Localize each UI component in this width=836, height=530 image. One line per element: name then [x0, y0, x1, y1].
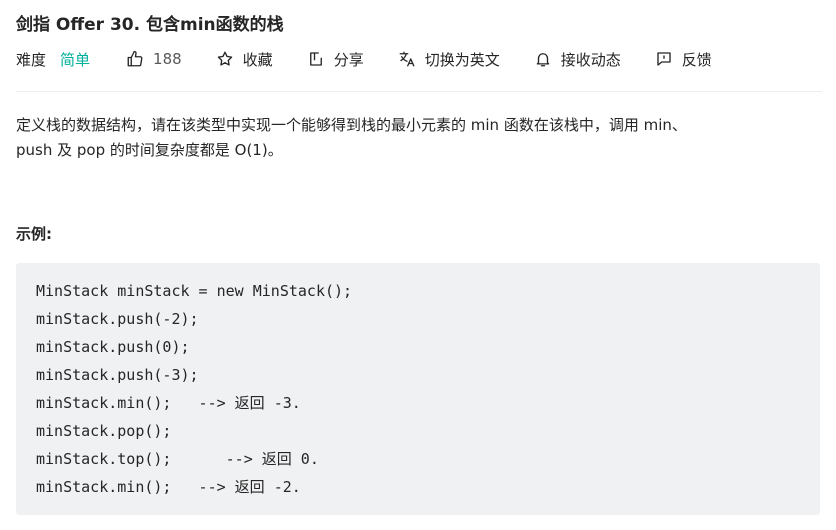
thumbs-up-icon: [127, 50, 143, 67]
code-line: MinStack minStack = new MinStack();: [36, 282, 353, 300]
problem-description: 定义栈的数据结构，请在该类型中实现一个能够得到栈的最小元素的 min 函数在该栈…: [16, 113, 822, 163]
like-count: 188: [153, 50, 182, 68]
translate-label: 切换为英文: [424, 50, 500, 69]
code-line: minStack.pop();: [36, 422, 172, 440]
feedback-icon: [657, 52, 671, 66]
subscribe-button[interactable]: 接收动态: [534, 49, 621, 70]
problem-title: 剑指 Offer 30. 包含min函数的栈: [16, 15, 284, 35]
share-label: 分享: [333, 50, 364, 69]
translate-icon: [399, 51, 415, 67]
subscribe-label: 接收动态: [560, 50, 621, 69]
favorite-label: 收藏: [242, 50, 273, 69]
feedback-label: 反馈: [681, 50, 712, 69]
example-heading: 示例:: [16, 225, 52, 243]
problem-meta-bar: 难度 简单 188 收藏 分享 切换为英文 接收动态 反馈: [16, 47, 746, 71]
share-icon: [309, 52, 322, 66]
description-line: push 及 pop 的时间复杂度都是 O(1)。: [16, 141, 283, 159]
difficulty-label: 难度: [16, 50, 47, 69]
favorite-button[interactable]: 收藏: [216, 49, 273, 70]
divider: [16, 91, 822, 92]
code-line: minStack.push(0);: [36, 338, 190, 356]
code-line: minStack.top(); --> 返回 0.: [36, 450, 319, 468]
like-button[interactable]: 188: [126, 50, 182, 68]
code-line: minStack.push(-3);: [36, 366, 199, 384]
share-button[interactable]: 分享: [307, 49, 364, 70]
code-line: minStack.push(-2);: [36, 310, 199, 328]
code-line: minStack.min(); --> 返回 -3.: [36, 394, 301, 412]
feedback-button[interactable]: 反馈: [655, 49, 712, 70]
example-code-block: MinStack minStack = new MinStack(); minS…: [16, 263, 820, 515]
difficulty-badge: 简单: [60, 50, 91, 69]
description-line: 定义栈的数据结构，请在该类型中实现一个能够得到栈的最小元素的 min 函数在该栈…: [16, 116, 687, 134]
translate-button[interactable]: 切换为英文: [398, 49, 500, 70]
star-icon: [217, 51, 232, 66]
code-line: minStack.min(); --> 返回 -2.: [36, 478, 301, 496]
bell-icon: [536, 53, 550, 67]
